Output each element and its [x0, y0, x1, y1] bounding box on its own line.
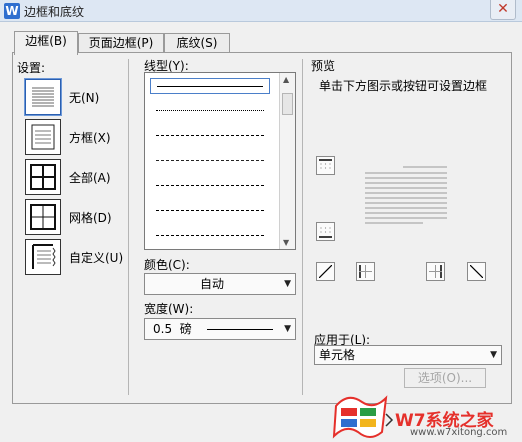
line-style-solid[interactable]	[150, 78, 270, 94]
separator-right	[302, 59, 303, 395]
bottom-border-button[interactable]	[316, 222, 335, 241]
setting-grid-label[interactable]: 网格(D)	[69, 209, 112, 226]
line-style-list[interactable]: ▲ ▼	[144, 72, 296, 250]
diagonal-down-border-button[interactable]	[467, 262, 486, 281]
line-style-dash[interactable]	[150, 153, 270, 169]
right-border-button[interactable]	[426, 262, 445, 281]
scroll-up-icon[interactable]: ▲	[283, 75, 289, 84]
preview-hint: 单击下方图示或按钮可设置边框	[319, 79, 488, 93]
title-bar: W 边框和底纹 ✕	[0, 0, 522, 22]
chevron-down-icon: ▼	[284, 324, 291, 334]
preview-sample[interactable]	[363, 165, 449, 235]
line-style-small-dash[interactable]	[150, 128, 270, 144]
color-dropdown[interactable]: 自动 ▼	[144, 273, 296, 295]
watermark-url: www.w7xitong.com	[410, 427, 508, 438]
width-dropdown[interactable]: 0.5 磅 ▼	[144, 318, 296, 340]
tab-panel: 设置: 无(N) 方框(X) 全部(A) 网格(D) 自定义(U) 线型(Y):…	[12, 52, 512, 404]
line-style-dash-dot[interactable]	[150, 178, 270, 194]
scroll-thumb[interactable]	[282, 93, 293, 115]
tab-shading[interactable]: 底纹(S)	[164, 33, 230, 53]
setting-none-label[interactable]: 无(N)	[69, 89, 99, 106]
setting-custom-label[interactable]: 自定义(U)	[69, 249, 123, 266]
window-title: 边框和底纹	[24, 5, 85, 19]
setting-grid-icon[interactable]	[25, 199, 61, 235]
color-value: 自动	[199, 277, 224, 291]
dialog-body: 边框(B) 页面边框(P) 底纹(S) 设置: 无(N) 方框(X) 全部(A)…	[0, 22, 522, 442]
color-heading: 颜色(C):	[144, 258, 190, 272]
apply-to-dropdown[interactable]: 单元格 ▼	[314, 345, 502, 365]
chevron-down-icon: ▼	[490, 350, 497, 360]
separator-left	[128, 59, 129, 395]
width-heading: 宽度(W):	[144, 302, 194, 316]
wps-app-icon: W	[4, 3, 20, 19]
chevron-down-icon: ▼	[284, 279, 291, 289]
width-value: 0.5 磅	[153, 322, 192, 336]
setting-box-label[interactable]: 方框(X)	[69, 129, 111, 146]
width-line-sample	[207, 329, 273, 330]
line-style-long-dash[interactable]	[150, 203, 270, 219]
setting-none-icon[interactable]	[25, 79, 61, 115]
line-style-dash-dot-dot[interactable]	[150, 228, 270, 244]
setting-custom-icon[interactable]	[25, 239, 61, 275]
apply-to-value: 单元格	[319, 348, 356, 362]
close-button[interactable]: ✕	[490, 0, 516, 20]
setting-box-icon[interactable]	[25, 119, 61, 155]
left-border-button[interactable]	[356, 262, 375, 281]
diagonal-up-border-button[interactable]	[316, 262, 335, 281]
settings-heading: 设置:	[17, 61, 46, 75]
scroll-down-icon[interactable]: ▼	[283, 238, 289, 247]
top-border-button[interactable]	[316, 156, 335, 175]
setting-all-icon[interactable]	[25, 159, 61, 195]
setting-all-label[interactable]: 全部(A)	[69, 169, 111, 186]
line-style-dotted[interactable]	[150, 103, 270, 119]
tab-page-borders[interactable]: 页面边框(P)	[78, 33, 164, 53]
preview-heading: 预览	[311, 59, 336, 73]
tab-borders[interactable]: 边框(B)	[14, 31, 78, 55]
line-style-scrollbar[interactable]: ▲ ▼	[279, 73, 295, 249]
